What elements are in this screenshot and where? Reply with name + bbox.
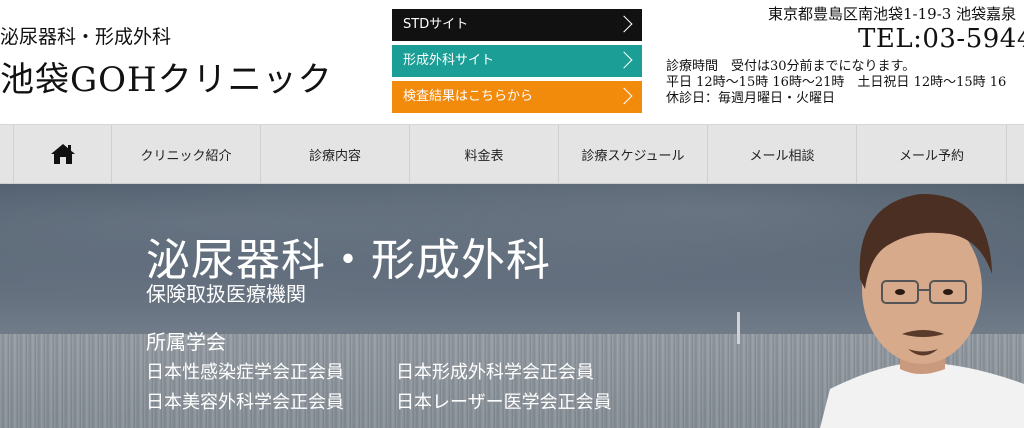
nav-label: 料金表 xyxy=(464,148,504,164)
nav-mail-consult[interactable]: メール相談 xyxy=(708,125,857,183)
nav-fees[interactable]: 料金表 xyxy=(410,125,559,183)
clinic-tagline: 泌尿器科・形成外科 xyxy=(0,26,172,48)
nav-services[interactable]: 診療内容 xyxy=(261,125,410,183)
nav-label: メール相談 xyxy=(749,148,815,164)
std-site-label: STDサイト xyxy=(403,17,469,32)
home-icon xyxy=(50,144,75,164)
test-results-label: 検査結果はこちらから xyxy=(403,89,534,104)
doctor-portrait xyxy=(820,193,1024,428)
nav-label: クリニック紹介 xyxy=(140,148,232,164)
association-item: 日本性感染症学会正会員 xyxy=(146,362,344,383)
plastic-surgery-site-button[interactable]: 形成外科サイト xyxy=(392,45,642,77)
chevron-right-icon xyxy=(615,15,633,33)
phone-number[interactable]: TEL:03-5944- xyxy=(858,24,1024,54)
chevron-right-icon xyxy=(615,51,633,69)
nav-schedule[interactable]: 診療スケジュール xyxy=(559,125,708,183)
nav-mail-booking[interactable]: メール予約 xyxy=(857,125,1007,183)
office-hours: 診療時間 受付は30分前までになります。 平日 12時〜15時 16時〜21時 … xyxy=(666,59,1006,107)
clinic-logo[interactable]: 池袋GOHクリニック xyxy=(0,52,333,101)
plastic-surgery-site-label: 形成外科サイト xyxy=(403,53,495,68)
hero-subtitle: 保険取扱医療機関 xyxy=(146,282,306,306)
hours-line: 休診日：毎週月曜日・火曜日 xyxy=(666,91,836,106)
clinic-address: 東京都豊島区南池袋1-19-3 池袋嘉泉 xyxy=(768,5,1017,23)
hero-banner: 泌尿器科・形成外科 保険取扱医療機関 所属学会 日本性感染症学会正会員 日本形成… xyxy=(0,184,1024,428)
hours-line: 診療時間 受付は30分前までになります。 xyxy=(666,59,916,74)
chevron-right-icon xyxy=(615,87,633,105)
hours-line: 平日 12時〜15時 16時〜21時 土日祝日 12時〜15時 16 xyxy=(666,75,1007,90)
test-results-button[interactable]: 検査結果はこちらから xyxy=(392,81,642,113)
association-item: 日本形成外科学会正会員 xyxy=(396,362,594,383)
association-item: 日本美容外科学会正会員 xyxy=(146,392,344,413)
std-site-button[interactable]: STDサイト xyxy=(392,9,642,41)
nav-label: 診療スケジュール xyxy=(581,148,685,164)
main-nav: クリニック紹介 診療内容 料金表 診療スケジュール メール相談 メール予約 xyxy=(0,124,1024,184)
association-item: 日本レーザー医学会正会員 xyxy=(396,392,612,413)
site-header: 泌尿器科・形成外科 池袋GOHクリニック STDサイト 形成外科サイト 検査結果… xyxy=(0,0,1024,124)
nav-clinic-intro[interactable]: クリニック紹介 xyxy=(112,125,261,183)
tower-silhouette xyxy=(737,312,740,344)
nav-label: 診療内容 xyxy=(308,148,361,164)
nav-label: メール予約 xyxy=(898,148,964,164)
association-heading: 所属学会 xyxy=(146,330,226,354)
nav-home[interactable] xyxy=(13,125,112,183)
